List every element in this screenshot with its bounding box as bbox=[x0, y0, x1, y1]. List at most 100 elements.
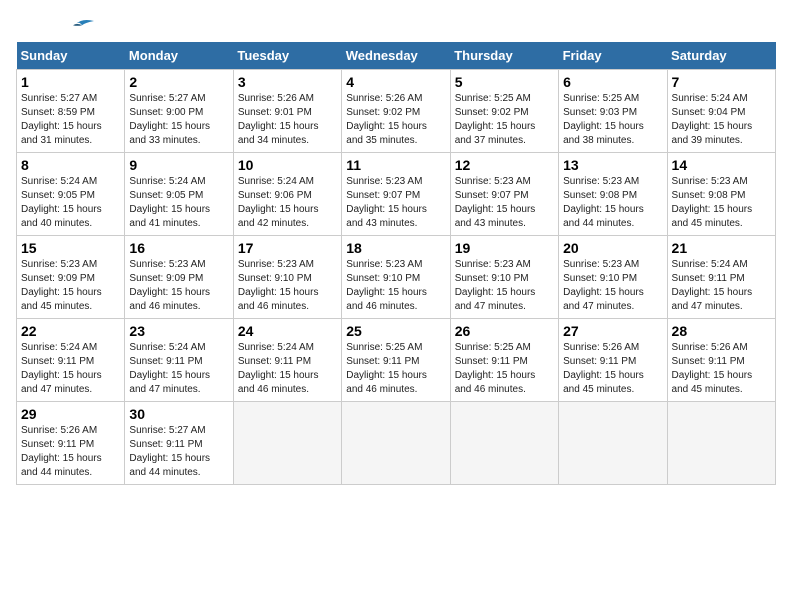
day-number: 20 bbox=[563, 240, 662, 256]
calendar-cell: 16 Sunrise: 5:23 AMSunset: 9:09 PMDayligh… bbox=[125, 236, 233, 319]
calendar-cell bbox=[667, 402, 775, 485]
calendar-cell bbox=[233, 402, 341, 485]
day-detail: Sunrise: 5:24 AMSunset: 9:11 PMDaylight:… bbox=[238, 341, 337, 397]
day-detail: Sunrise: 5:26 AMSunset: 9:01 PMDaylight:… bbox=[238, 92, 337, 148]
day-detail: Sunrise: 5:24 AMSunset: 9:04 PMDaylight:… bbox=[672, 92, 771, 148]
day-number: 23 bbox=[129, 323, 228, 339]
day-detail: Sunrise: 5:23 AMSunset: 9:09 PMDaylight:… bbox=[21, 258, 120, 314]
calendar-cell bbox=[559, 402, 667, 485]
day-number: 2 bbox=[129, 74, 228, 90]
day-detail: Sunrise: 5:26 AMSunset: 9:11 PMDaylight:… bbox=[563, 341, 662, 397]
day-number: 1 bbox=[21, 74, 120, 90]
calendar-cell: 23 Sunrise: 5:24 AMSunset: 9:11 PMDayligh… bbox=[125, 319, 233, 402]
day-number: 26 bbox=[455, 323, 554, 339]
day-number: 18 bbox=[346, 240, 445, 256]
calendar-cell: 29Sunrise: 5:26 AMSunset: 9:11 PMDayligh… bbox=[17, 402, 125, 485]
calendar-cell: 17 Sunrise: 5:23 AMSunset: 9:10 PMDayligh… bbox=[233, 236, 341, 319]
header-wednesday: Wednesday bbox=[342, 42, 450, 70]
header-monday: Monday bbox=[125, 42, 233, 70]
calendar-cell: 5 Sunrise: 5:25 AMSunset: 9:02 PMDaylight… bbox=[450, 70, 558, 153]
week-row-4: 22 Sunrise: 5:24 AMSunset: 9:11 PMDayligh… bbox=[17, 319, 776, 402]
day-number: 27 bbox=[563, 323, 662, 339]
day-detail: Sunrise: 5:24 AMSunset: 9:05 PMDaylight:… bbox=[21, 175, 120, 231]
day-detail: Sunrise: 5:26 AMSunset: 9:02 PMDaylight:… bbox=[346, 92, 445, 148]
day-number: 16 bbox=[129, 240, 228, 256]
calendar-cell: 4 Sunrise: 5:26 AMSunset: 9:02 PMDaylight… bbox=[342, 70, 450, 153]
calendar-cell: 22 Sunrise: 5:24 AMSunset: 9:11 PMDayligh… bbox=[17, 319, 125, 402]
day-number: 11 bbox=[346, 157, 445, 173]
calendar-table: SundayMondayTuesdayWednesdayThursdayFrid… bbox=[16, 42, 776, 485]
week-row-3: 15 Sunrise: 5:23 AMSunset: 9:09 PMDayligh… bbox=[17, 236, 776, 319]
day-number: 9 bbox=[129, 157, 228, 173]
day-detail: Sunrise: 5:25 AMSunset: 9:11 PMDaylight:… bbox=[346, 341, 445, 397]
day-number: 12 bbox=[455, 157, 554, 173]
calendar-cell: 14 Sunrise: 5:23 AMSunset: 9:08 PMDayligh… bbox=[667, 153, 775, 236]
logo-bird-icon bbox=[64, 16, 94, 32]
calendar-cell: 21 Sunrise: 5:24 AMSunset: 9:11 PMDayligh… bbox=[667, 236, 775, 319]
day-number: 22 bbox=[21, 323, 120, 339]
day-detail: Sunrise: 5:27 AMSunset: 9:11 PMDaylight:… bbox=[129, 424, 228, 480]
day-detail: Sunrise: 5:23 AMSunset: 9:09 PMDaylight:… bbox=[129, 258, 228, 314]
day-detail: Sunrise: 5:23 AMSunset: 9:10 PMDaylight:… bbox=[346, 258, 445, 314]
day-number: 28 bbox=[672, 323, 771, 339]
calendar-cell: 12Sunrise: 5:23 AMSunset: 9:07 PMDayligh… bbox=[450, 153, 558, 236]
calendar-cell: 1 Sunrise: 5:27 AMSunset: 8:59 PMDaylight… bbox=[17, 70, 125, 153]
calendar-cell: 9Sunrise: 5:24 AMSunset: 9:05 PMDaylight… bbox=[125, 153, 233, 236]
day-detail: Sunrise: 5:24 AMSunset: 9:06 PMDaylight:… bbox=[238, 175, 337, 231]
week-row-1: 1 Sunrise: 5:27 AMSunset: 8:59 PMDaylight… bbox=[17, 70, 776, 153]
day-detail: Sunrise: 5:24 AMSunset: 9:11 PMDaylight:… bbox=[21, 341, 120, 397]
day-detail: Sunrise: 5:26 AMSunset: 9:11 PMDaylight:… bbox=[672, 341, 771, 397]
calendar-cell: 8 Sunrise: 5:24 AMSunset: 9:05 PMDaylight… bbox=[17, 153, 125, 236]
week-row-2: 8 Sunrise: 5:24 AMSunset: 9:05 PMDaylight… bbox=[17, 153, 776, 236]
header-sunday: Sunday bbox=[17, 42, 125, 70]
day-detail: Sunrise: 5:24 AMSunset: 9:11 PMDaylight:… bbox=[129, 341, 228, 397]
day-number: 21 bbox=[672, 240, 771, 256]
header-tuesday: Tuesday bbox=[233, 42, 341, 70]
day-number: 5 bbox=[455, 74, 554, 90]
day-number: 3 bbox=[238, 74, 337, 90]
day-number: 7 bbox=[672, 74, 771, 90]
calendar-cell: 27 Sunrise: 5:26 AMSunset: 9:11 PMDayligh… bbox=[559, 319, 667, 402]
day-detail: Sunrise: 5:25 AMSunset: 9:02 PMDaylight:… bbox=[455, 92, 554, 148]
day-detail: Sunrise: 5:24 AMSunset: 9:11 PMDaylight:… bbox=[672, 258, 771, 314]
day-detail: Sunrise: 5:23 AMSunset: 9:10 PMDaylight:… bbox=[238, 258, 337, 314]
calendar-cell: 19Sunrise: 5:23 AMSunset: 9:10 PMDayligh… bbox=[450, 236, 558, 319]
day-number: 17 bbox=[238, 240, 337, 256]
week-row-5: 29Sunrise: 5:26 AMSunset: 9:11 PMDayligh… bbox=[17, 402, 776, 485]
day-detail: Sunrise: 5:23 AMSunset: 9:08 PMDaylight:… bbox=[672, 175, 771, 231]
calendar-cell: 20 Sunrise: 5:23 AMSunset: 9:10 PMDayligh… bbox=[559, 236, 667, 319]
calendar-cell bbox=[342, 402, 450, 485]
day-number: 6 bbox=[563, 74, 662, 90]
day-detail: Sunrise: 5:27 AMSunset: 8:59 PMDaylight:… bbox=[21, 92, 120, 148]
calendar-cell: 18 Sunrise: 5:23 AMSunset: 9:10 PMDayligh… bbox=[342, 236, 450, 319]
calendar-cell: 25 Sunrise: 5:25 AMSunset: 9:11 PMDayligh… bbox=[342, 319, 450, 402]
calendar-cell: 30 Sunrise: 5:27 AMSunset: 9:11 PMDayligh… bbox=[125, 402, 233, 485]
calendar-cell: 13Sunrise: 5:23 AMSunset: 9:08 PMDayligh… bbox=[559, 153, 667, 236]
calendar-cell: 3 Sunrise: 5:26 AMSunset: 9:01 PMDaylight… bbox=[233, 70, 341, 153]
day-number: 15 bbox=[21, 240, 120, 256]
day-detail: Sunrise: 5:27 AMSunset: 9:00 PMDaylight:… bbox=[129, 92, 228, 148]
header bbox=[16, 16, 776, 32]
day-number: 14 bbox=[672, 157, 771, 173]
day-number: 8 bbox=[21, 157, 120, 173]
day-detail: Sunrise: 5:26 AMSunset: 9:11 PMDaylight:… bbox=[21, 424, 120, 480]
calendar-cell: 24 Sunrise: 5:24 AMSunset: 9:11 PMDayligh… bbox=[233, 319, 341, 402]
day-detail: Sunrise: 5:23 AMSunset: 9:10 PMDaylight:… bbox=[563, 258, 662, 314]
day-detail: Sunrise: 5:23 AMSunset: 9:07 PMDaylight:… bbox=[346, 175, 445, 231]
day-detail: Sunrise: 5:23 AMSunset: 9:08 PMDaylight:… bbox=[563, 175, 662, 231]
calendar-cell: 2 Sunrise: 5:27 AMSunset: 9:00 PMDaylight… bbox=[125, 70, 233, 153]
calendar-cell: 7 Sunrise: 5:24 AMSunset: 9:04 PMDaylight… bbox=[667, 70, 775, 153]
calendar-cell: 10Sunrise: 5:24 AMSunset: 9:06 PMDayligh… bbox=[233, 153, 341, 236]
day-number: 4 bbox=[346, 74, 445, 90]
logo bbox=[16, 16, 94, 32]
calendar-cell: 26Sunrise: 5:25 AMSunset: 9:11 PMDayligh… bbox=[450, 319, 558, 402]
calendar-header-row: SundayMondayTuesdayWednesdayThursdayFrid… bbox=[17, 42, 776, 70]
day-detail: Sunrise: 5:25 AMSunset: 9:03 PMDaylight:… bbox=[563, 92, 662, 148]
day-number: 25 bbox=[346, 323, 445, 339]
day-number: 19 bbox=[455, 240, 554, 256]
day-number: 24 bbox=[238, 323, 337, 339]
day-number: 30 bbox=[129, 406, 228, 422]
calendar-cell bbox=[450, 402, 558, 485]
calendar-cell: 28 Sunrise: 5:26 AMSunset: 9:11 PMDayligh… bbox=[667, 319, 775, 402]
header-saturday: Saturday bbox=[667, 42, 775, 70]
